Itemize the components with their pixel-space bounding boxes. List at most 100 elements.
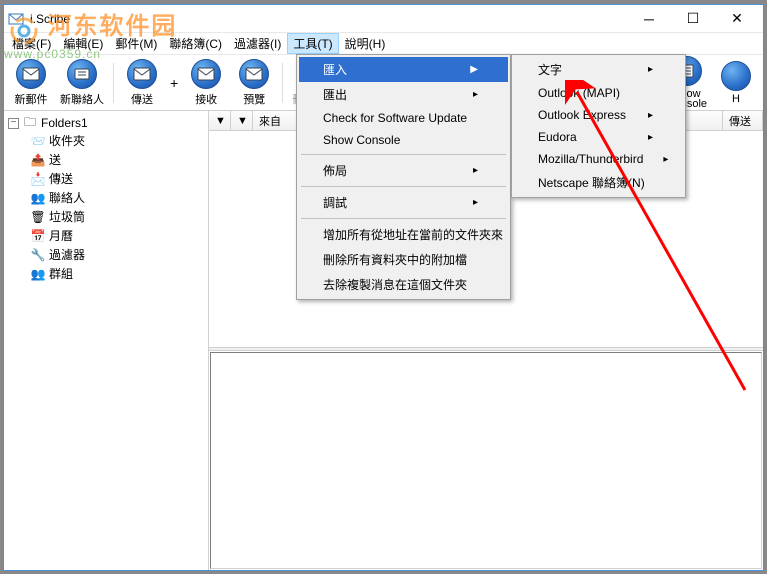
menu-separator bbox=[301, 218, 506, 219]
tool-preview[interactable]: 預覽 bbox=[231, 57, 277, 109]
tree-calendar[interactable]: 📅月曆 bbox=[6, 226, 206, 245]
folder-icon: 🗀 bbox=[22, 116, 38, 130]
tree-sent[interactable]: 📩傳送 bbox=[6, 169, 206, 188]
tree-trash[interactable]: 🗑垃圾筒 bbox=[6, 207, 206, 226]
menu-item-del-attach[interactable]: 刪除所有資料夾中的附加檔 bbox=[299, 247, 508, 272]
mail-icon bbox=[16, 59, 46, 89]
col-flag[interactable]: ▼ bbox=[209, 111, 231, 130]
tree-label: Folders1 bbox=[41, 116, 88, 130]
maximize-button[interactable]: ☐ bbox=[671, 6, 715, 32]
inbox-icon: 📨 bbox=[30, 134, 46, 148]
menu-item-add-addr[interactable]: 增加所有從地址在當前的文件夾來 bbox=[299, 222, 508, 247]
tool-send[interactable]: 傳送 bbox=[119, 57, 165, 109]
submenu-arrow-icon: ▸ bbox=[648, 64, 653, 75]
tree-label: 聯絡人 bbox=[49, 189, 85, 206]
menu-label: Check for Software Update bbox=[323, 111, 467, 125]
menu-label: 去除複製消息在這個文件夾 bbox=[323, 276, 467, 293]
tools-dropdown: 匯入▶ 匯出 ▸ Check for Software Update Show C… bbox=[296, 54, 511, 300]
menu-label: 文字 bbox=[538, 61, 562, 78]
menu-label: Mozilla/Thunderbird bbox=[538, 152, 643, 166]
titlebar: i.Scribe ─ ☐ ✕ bbox=[4, 5, 763, 33]
contacts-icon: 👥 bbox=[30, 191, 46, 205]
menu-tools[interactable]: 工具(T) bbox=[287, 33, 338, 54]
menu-filter[interactable]: 過濾器(I) bbox=[228, 33, 287, 54]
menu-edit[interactable]: 編輯(E) bbox=[57, 33, 109, 54]
tree-inbox[interactable]: 📨收件夾 bbox=[6, 131, 206, 150]
tool-label: H bbox=[732, 93, 740, 105]
window-title: i.Scribe bbox=[30, 12, 627, 26]
menubar: 檔案(F) 編輯(E) 郵件(M) 聯絡簿(C) 過濾器(I) 工具(T) 說明… bbox=[4, 33, 763, 55]
tree-label: 過濾器 bbox=[49, 246, 85, 263]
tree-groups[interactable]: 👥群組 bbox=[6, 264, 206, 283]
calendar-icon: 📅 bbox=[30, 229, 46, 243]
separator bbox=[113, 63, 114, 103]
tree-filters[interactable]: 🔧過濾器 bbox=[6, 245, 206, 264]
menu-label: Netscape 聯絡簿(N) bbox=[538, 174, 645, 191]
tool-new-mail[interactable]: 新郵件 bbox=[8, 57, 54, 109]
menu-label: 佈局 bbox=[323, 162, 347, 179]
tree-label: 垃圾筒 bbox=[49, 208, 85, 225]
splitter[interactable] bbox=[209, 347, 763, 351]
menu-label: 調試 bbox=[323, 194, 347, 211]
menu-item-import-outlook-mapi[interactable]: Outlook (MAPI) bbox=[514, 82, 683, 104]
menu-label: Eudora bbox=[538, 130, 577, 144]
trash-icon: 🗑 bbox=[30, 210, 46, 224]
submenu-arrow-icon: ▸ bbox=[473, 89, 478, 100]
menu-label: 匯出 bbox=[323, 86, 347, 103]
tool-receive[interactable]: 接收 bbox=[183, 57, 229, 109]
menu-label: 刪除所有資料夾中的附加檔 bbox=[323, 251, 467, 268]
menu-item-debug[interactable]: 調試 ▸ bbox=[299, 190, 508, 215]
menu-label: Outlook Express bbox=[538, 108, 626, 122]
menu-item-import-text[interactable]: 文字 ▸ bbox=[514, 57, 683, 82]
col-attach[interactable]: ▼ bbox=[231, 111, 253, 130]
preview-pane bbox=[210, 352, 762, 570]
menu-file[interactable]: 檔案(F) bbox=[6, 33, 57, 54]
preview-icon bbox=[239, 59, 269, 89]
menu-item-export[interactable]: 匯出 ▸ bbox=[299, 82, 508, 107]
menu-item-import-eudora[interactable]: Eudora▸ bbox=[514, 126, 683, 148]
h-icon bbox=[721, 61, 751, 91]
submenu-arrow-icon: ▸ bbox=[663, 154, 668, 165]
menu-mail[interactable]: 郵件(M) bbox=[109, 33, 163, 54]
app-icon bbox=[8, 11, 24, 27]
minimize-button[interactable]: ─ bbox=[627, 6, 671, 32]
tree-label: 送 bbox=[49, 151, 61, 168]
menu-item-import-outlook-express[interactable]: Outlook Express ▸ bbox=[514, 104, 683, 126]
menu-label: Outlook (MAPI) bbox=[538, 86, 620, 100]
tree-contacts[interactable]: 👥聯絡人 bbox=[6, 188, 206, 207]
menu-item-check-update[interactable]: Check for Software Update bbox=[299, 107, 508, 129]
collapse-icon[interactable]: − bbox=[8, 118, 19, 129]
tool-label: 新郵件 bbox=[15, 91, 48, 107]
send-icon bbox=[127, 59, 157, 89]
menu-contacts[interactable]: 聯絡簿(C) bbox=[163, 33, 228, 54]
menu-separator bbox=[301, 154, 506, 155]
tool-label: 新聯絡人 bbox=[60, 91, 104, 107]
submenu-arrow-icon: ▸ bbox=[648, 110, 653, 121]
groups-icon: 👥 bbox=[30, 267, 46, 281]
tool-label: 預覽 bbox=[243, 91, 265, 107]
menu-item-import[interactable]: 匯入▶ bbox=[299, 57, 508, 82]
tool-new-contact[interactable]: 新聯絡人 bbox=[56, 57, 108, 109]
tree-label: 傳送 bbox=[49, 170, 73, 187]
tree-label: 月曆 bbox=[49, 227, 73, 244]
tool-plus[interactable]: + bbox=[167, 75, 181, 91]
contact-icon bbox=[67, 59, 97, 89]
tree-label: 群組 bbox=[49, 265, 73, 282]
menu-item-remove-dup[interactable]: 去除複製消息在這個文件夾 bbox=[299, 272, 508, 297]
submenu-arrow-icon: ▸ bbox=[473, 197, 478, 208]
menu-separator bbox=[301, 186, 506, 187]
sent-icon: 📩 bbox=[30, 172, 46, 186]
col-send[interactable]: 傳送 bbox=[723, 111, 763, 130]
tree-root[interactable]: − 🗀 Folders1 bbox=[6, 115, 206, 131]
menu-item-layout[interactable]: 佈局▸ bbox=[299, 158, 508, 183]
close-button[interactable]: ✕ bbox=[715, 6, 759, 32]
tree-outbox[interactable]: 📤送 bbox=[6, 150, 206, 169]
menu-label: 增加所有從地址在當前的文件夾來 bbox=[323, 226, 503, 243]
menu-item-show-console[interactable]: Show Console bbox=[299, 129, 508, 151]
tool-h[interactable]: H bbox=[713, 59, 759, 107]
import-submenu: 文字 ▸ Outlook (MAPI) Outlook Express ▸ Eudo… bbox=[511, 54, 686, 198]
menu-item-import-netscape[interactable]: Netscape 聯絡簿(N) bbox=[514, 170, 683, 195]
menu-help[interactable]: 說明(H) bbox=[339, 33, 392, 54]
menu-item-import-mozilla[interactable]: Mozilla/Thunderbird ▸ bbox=[514, 148, 683, 170]
menu-label: 匯入 bbox=[323, 61, 347, 78]
